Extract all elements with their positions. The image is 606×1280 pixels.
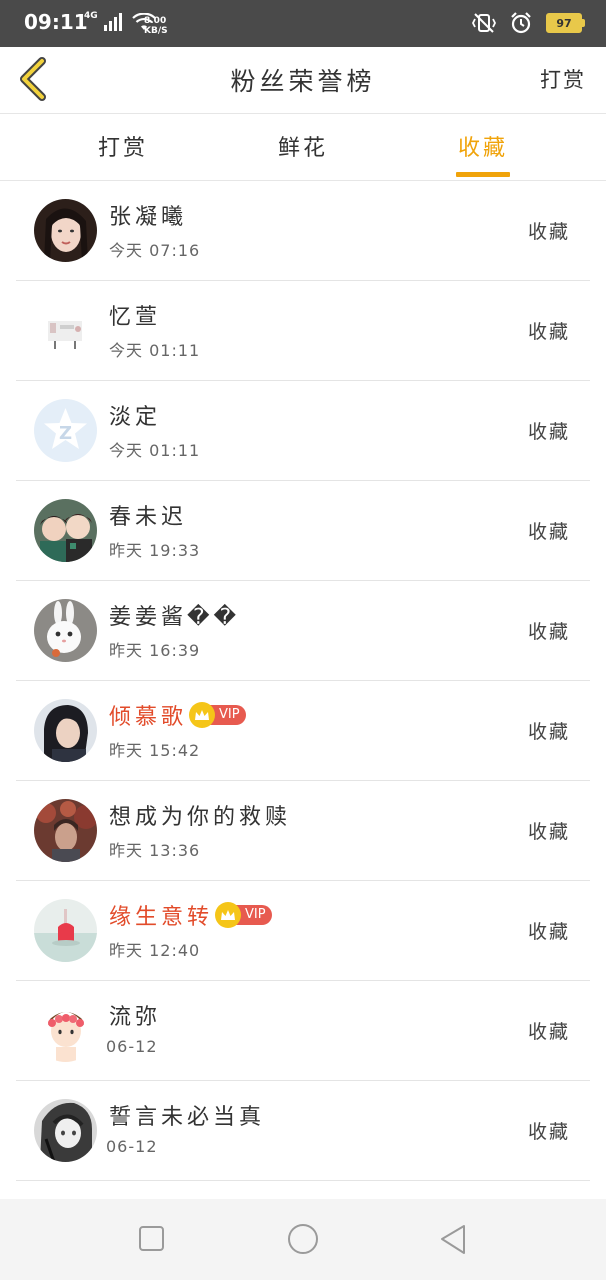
fan-time: 今天 01:11: [109, 441, 201, 460]
network-speed: 8.00 KB/S: [144, 16, 168, 36]
list-item[interactable]: 倾慕歌 VIP 昨天 15:42 收藏: [16, 681, 590, 781]
recent-apps-button[interactable]: [138, 1223, 166, 1257]
status-time: 09:11: [24, 10, 88, 34]
triangle-back-icon: [441, 1225, 465, 1254]
page-title: 粉丝荣誉榜: [230, 67, 376, 96]
system-nav-bar: [0, 1199, 606, 1280]
list-item[interactable]: 缘生意转 VIP 昨天 12:40 收藏: [16, 881, 590, 981]
fan-time: 昨天 12:40: [109, 941, 201, 960]
list-item[interactable]: 张凝曦 今天 07:16 收藏: [16, 181, 590, 281]
fan-time: 昨天 13:36: [109, 841, 201, 860]
tip-button[interactable]: 打赏: [540, 64, 586, 94]
avatar[interactable]: [34, 699, 97, 762]
list-item[interactable]: 忆萱 今天 01:11 收藏: [16, 281, 590, 381]
battery-icon: 97: [546, 13, 585, 33]
avatar[interactable]: [34, 1099, 97, 1162]
tab-favorites[interactable]: 收藏: [428, 130, 538, 162]
fan-name: 缘生意转: [109, 905, 214, 930]
avatar[interactable]: [34, 799, 97, 862]
circle-icon: [288, 1224, 318, 1254]
tab-tip[interactable]: 打赏: [68, 130, 178, 162]
avatar[interactable]: [34, 299, 97, 362]
fan-action: 收藏: [527, 1021, 570, 1043]
fan-name: 春未迟: [109, 505, 188, 530]
fan-name: 姜姜酱��: [109, 605, 241, 630]
fan-time: 06-12: [106, 1037, 158, 1056]
fan-time: 昨天 15:42: [109, 741, 201, 760]
crown-icon: [189, 702, 216, 728]
alarm-icon: [511, 12, 531, 34]
home-button[interactable]: [286, 1223, 320, 1261]
tab-bar: 打赏 鲜花 收藏: [0, 114, 606, 181]
list-item[interactable]: 誓言未必当真 06-12 收藏: [16, 1081, 590, 1181]
fan-action: 收藏: [527, 1121, 570, 1143]
avatar[interactable]: [34, 499, 97, 562]
fan-time: 今天 07:16: [109, 241, 201, 260]
fan-action: 收藏: [527, 221, 570, 243]
list-item[interactable]: 想成为你的救赎 昨天 13:36 收藏: [16, 781, 590, 881]
fan-name: 倾慕歌: [109, 705, 188, 730]
fan-name: 忆萱: [109, 305, 162, 330]
avatar[interactable]: [34, 599, 97, 662]
app-header: 粉丝荣誉榜 打赏: [0, 47, 606, 114]
square-icon: [139, 1226, 164, 1251]
network-type: 4G: [84, 11, 98, 21]
fan-time: 06-12: [106, 1137, 158, 1156]
fan-action: 收藏: [527, 821, 570, 843]
fan-action: 收藏: [527, 321, 570, 343]
fan-list: 张凝曦 今天 07:16 收藏 忆萱 今天 01:11 收藏 Z 淡定 今天 0…: [16, 181, 590, 1181]
fan-name: 淡定: [109, 405, 162, 430]
fan-time: 昨天 19:33: [109, 541, 201, 560]
back-nav-button[interactable]: [438, 1223, 468, 1261]
fan-action: 收藏: [527, 521, 570, 543]
status-bar: 09:11 4G 8.00 KB/S 97: [0, 0, 606, 47]
svg-text:Z: Z: [59, 423, 72, 444]
tab-flowers[interactable]: 鲜花: [248, 130, 358, 162]
fan-name: 誓言未必当真: [109, 1105, 266, 1130]
vibrate-icon: [472, 13, 496, 33]
list-item[interactable]: 姜姜酱�� 昨天 16:39 收藏: [16, 581, 590, 681]
list-item[interactable]: Z 淡定 今天 01:11 收藏: [16, 381, 590, 481]
battery-level: 97: [556, 16, 572, 30]
avatar[interactable]: [34, 199, 97, 262]
avatar[interactable]: [34, 999, 97, 1062]
active-tab-indicator: [456, 172, 510, 177]
fan-action: 收藏: [527, 421, 570, 443]
avatar[interactable]: Z: [34, 399, 97, 462]
avatar[interactable]: [34, 899, 97, 962]
crown-icon: [215, 902, 242, 928]
fan-name: 张凝曦: [109, 205, 188, 230]
signal-icon: [103, 13, 122, 31]
fan-name: 流弥: [109, 1005, 162, 1030]
fan-time: 今天 01:11: [109, 341, 201, 360]
fan-action: 收藏: [527, 621, 570, 643]
fan-time: 昨天 16:39: [109, 641, 201, 660]
list-item[interactable]: 流弥 06-12 收藏: [16, 981, 590, 1081]
fan-action: 收藏: [527, 721, 570, 743]
fan-action: 收藏: [527, 921, 570, 943]
list-item[interactable]: 春未迟 昨天 19:33 收藏: [16, 481, 590, 581]
fan-name: 想成为你的救赎: [109, 805, 292, 830]
